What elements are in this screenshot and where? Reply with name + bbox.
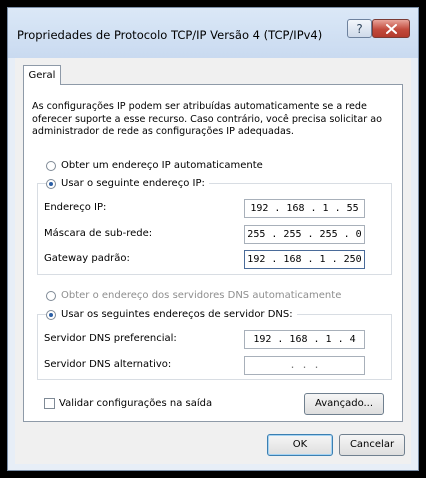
gateway-label: Gateway padrão: [44,253,130,264]
dns-manual-label: Usar os seguintes endereços de servidor … [61,309,293,320]
tab-panel-geral: As configurações IP podem ser atribuídas… [23,84,403,422]
ip-address-label: Endereço IP: [44,202,107,213]
help-button[interactable]: ? [347,19,372,38]
ip-auto-option[interactable]: Obter um endereço IP automaticamente [46,160,263,171]
cancel-button[interactable]: Cancelar [339,434,405,456]
subnet-mask-field[interactable]: 255 . 255 . 255 . 0 [244,225,365,244]
advanced-button[interactable]: Avançado... [304,393,384,415]
ok-button[interactable]: OK [267,434,333,456]
dialog-client-area: Geral As configurações IP podem ser atri… [15,58,411,464]
alternate-dns-field[interactable]: . . . [244,356,365,375]
ip-address-field[interactable]: 192 . 168 . 1 . 55 [244,199,365,218]
dns-manual-radio[interactable] [46,309,56,320]
dns-auto-label: Obter o endereço dos servidores DNS auto… [61,290,342,301]
dialog-window: Propriedades de Protocolo TCP/IP Versão … [7,7,419,471]
preferred-dns-field[interactable]: 192 . 168 . 1 . 4 [244,330,365,349]
validate-option[interactable]: Validar configurações na saída [44,398,212,409]
validate-checkbox[interactable] [44,398,55,409]
tab-geral[interactable]: Geral [23,65,61,85]
close-icon [386,24,397,34]
dns-manual-option[interactable]: Usar os seguintes endereços de servidor … [46,309,297,320]
window-title: Propriedades de Protocolo TCP/IP Versão … [17,28,323,42]
close-button[interactable] [372,19,410,38]
subnet-mask-label: Máscara de sub-rede: [44,228,153,239]
alternate-dns-label: Servidor DNS alternativo: [44,359,172,370]
ip-manual-label: Usar o seguinte endereço IP: [61,178,205,189]
ip-manual-radio[interactable] [46,178,56,189]
ip-manual-option[interactable]: Usar o seguinte endereço IP: [46,178,209,189]
validate-label: Validar configurações na saída [59,398,213,409]
ip-auto-radio[interactable] [46,160,56,171]
gateway-field[interactable]: 192 . 168 . 1 . 250 [244,250,365,269]
preferred-dns-label: Servidor DNS preferencial: [44,333,177,344]
dns-auto-radio[interactable] [46,290,56,301]
dns-auto-option[interactable]: Obter o endereço dos servidores DNS auto… [46,290,341,301]
intro-text: As configurações IP podem ser atribuídas… [32,101,382,137]
title-bar[interactable]: Propriedades de Protocolo TCP/IP Versão … [8,8,418,58]
ip-auto-label: Obter um endereço IP automaticamente [61,160,263,171]
